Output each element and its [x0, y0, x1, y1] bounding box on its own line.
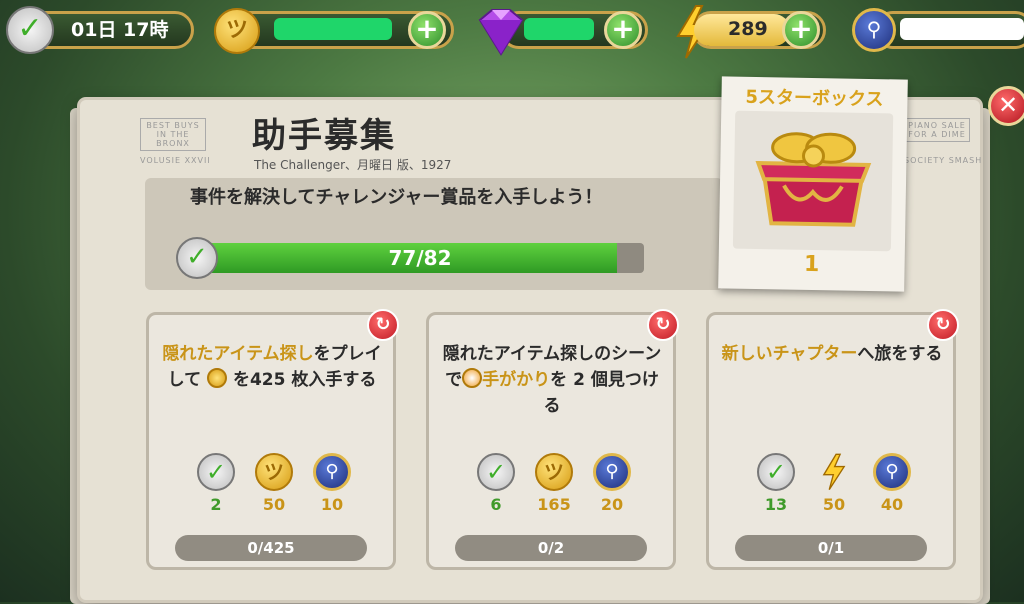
xp-check-icon: ✓ — [6, 6, 54, 54]
coin-icon: ツ — [535, 453, 573, 491]
coins-value-redacted — [274, 18, 392, 40]
gift-box-icon — [755, 132, 872, 227]
badges-value-redacted — [900, 18, 1024, 40]
task-text-part: 旅をする — [874, 344, 943, 364]
task-card: ↻ 隠れたアイテム探しのシーンで 手がかりを 2 個見つける ✓ 6 ツ 165 ⚲ 20 0/2 — [426, 309, 679, 570]
reward-value: 6 — [490, 495, 502, 514]
reward-item: ✓ 13 — [751, 453, 801, 514]
timer-text: 01日 17時 — [71, 19, 169, 41]
coin-icon: ツ — [214, 8, 260, 54]
reward-box-card[interactable]: 5スターボックス 1 — [718, 76, 908, 292]
add-coins-button[interactable]: + — [408, 11, 446, 49]
refresh-task-button[interactable]: ↻ — [927, 309, 959, 341]
task-text-part: を 2 個見つける — [543, 370, 659, 416]
task-card: ↻ 隠れたアイテム探しをプレイして を425 枚入手する ✓ 2 ツ 50 ⚲ 10 0/425 — [146, 309, 399, 570]
reward-value: 20 — [600, 495, 624, 514]
magnifier-badge-icon: ⚲ — [852, 8, 896, 52]
task-card: ↻ 新しいチャプターへ旅をする ✓ 13 50 ⚲ 40 0/1 — [706, 309, 959, 570]
refresh-task-button[interactable]: ↻ — [367, 309, 399, 341]
coin-icon: ツ — [255, 453, 293, 491]
reward-value: 10 — [320, 495, 344, 514]
task-progress: 0/1 — [735, 535, 927, 561]
xp-check-icon: ✓ — [757, 453, 795, 491]
task-text-part: 隠れたアイテム探し — [442, 344, 595, 364]
gem-icon — [478, 9, 524, 56]
hint-magnifier-icon — [462, 368, 483, 388]
event-description: 事件を解決してチャレンジャー賞品を入手しよう！ — [190, 187, 603, 208]
reward-value: 50 — [262, 495, 286, 514]
refresh-task-button[interactable]: ↻ — [647, 309, 679, 341]
reward-item: ✓ 2 — [191, 453, 241, 514]
reward-item: ⚲ 20 — [587, 453, 637, 514]
task-description: 隠れたアイテム探しのシーンで 手がかりを 2 個見つける — [439, 341, 665, 419]
task-description: 新しいチャプターへ旅をする — [719, 341, 945, 367]
xp-check-icon: ✓ — [477, 453, 515, 491]
reward-value: 50 — [822, 495, 846, 514]
reward-value: 40 — [880, 495, 904, 514]
task-text-part: 隠れたアイテム探し — [162, 344, 314, 364]
xp-check-icon: ✓ — [197, 453, 235, 491]
task-text-part: 新しいチャプター — [721, 344, 858, 364]
event-check-icon: ✓ — [176, 237, 218, 279]
task-text-part: 425 枚入手する — [249, 370, 377, 390]
task-text-part: を — [227, 370, 250, 390]
reward-box-title: 5スターボックス — [745, 86, 884, 111]
reward-value: 13 — [764, 495, 788, 514]
page-title: 助手募集 — [252, 116, 396, 156]
reward-item: ⚲ 40 — [867, 453, 917, 514]
reward-item: 50 — [809, 453, 859, 514]
coin-icon — [207, 368, 228, 388]
masthead-right2: SOCIETY SMASH — [904, 156, 983, 165]
masthead-left: BEST BUYS IN THE BRONX — [140, 118, 206, 151]
task-text-part: 手が — [482, 370, 517, 390]
task-text-part: へ — [857, 344, 875, 364]
task-description: 隠れたアイテム探しをプレイして を425 枚入手する — [159, 341, 385, 393]
reward-box-image — [732, 110, 894, 252]
magnifier-badge-icon: ⚲ — [313, 453, 351, 491]
masthead-right: PIANO SALE FOR A DIME — [904, 118, 970, 142]
event-progress-bar: 77/82 — [196, 243, 644, 273]
task-progress: 0/2 — [455, 535, 647, 561]
gems-value-redacted — [524, 18, 594, 40]
reward-box-count: 1 — [803, 251, 820, 278]
reward-value: 2 — [210, 495, 222, 514]
close-button[interactable]: ✕ — [988, 86, 1024, 126]
masthead-left2: VOLUSIE XXVII — [140, 156, 211, 165]
task-text-part: かり — [516, 370, 551, 390]
add-gems-button[interactable]: + — [604, 11, 642, 49]
task-progress: 0/425 — [175, 535, 367, 561]
event-progress-text: 77/82 — [388, 246, 452, 270]
magnifier-badge-icon: ⚲ — [593, 453, 631, 491]
energy-bolt-icon — [815, 453, 853, 491]
magnifier-badge-icon: ⚲ — [873, 453, 911, 491]
reward-item: ⚲ 10 — [307, 453, 357, 514]
page-subtitle: The Challenger、月曜日 版、1927 — [254, 158, 452, 172]
reward-item: ツ 165 — [529, 453, 579, 514]
add-energy-button[interactable]: + — [782, 11, 820, 49]
reward-value: 165 — [537, 495, 571, 514]
reward-item: ツ 50 — [249, 453, 299, 514]
energy-value-text: 289 — [728, 18, 768, 40]
reward-item: ✓ 6 — [471, 453, 521, 514]
